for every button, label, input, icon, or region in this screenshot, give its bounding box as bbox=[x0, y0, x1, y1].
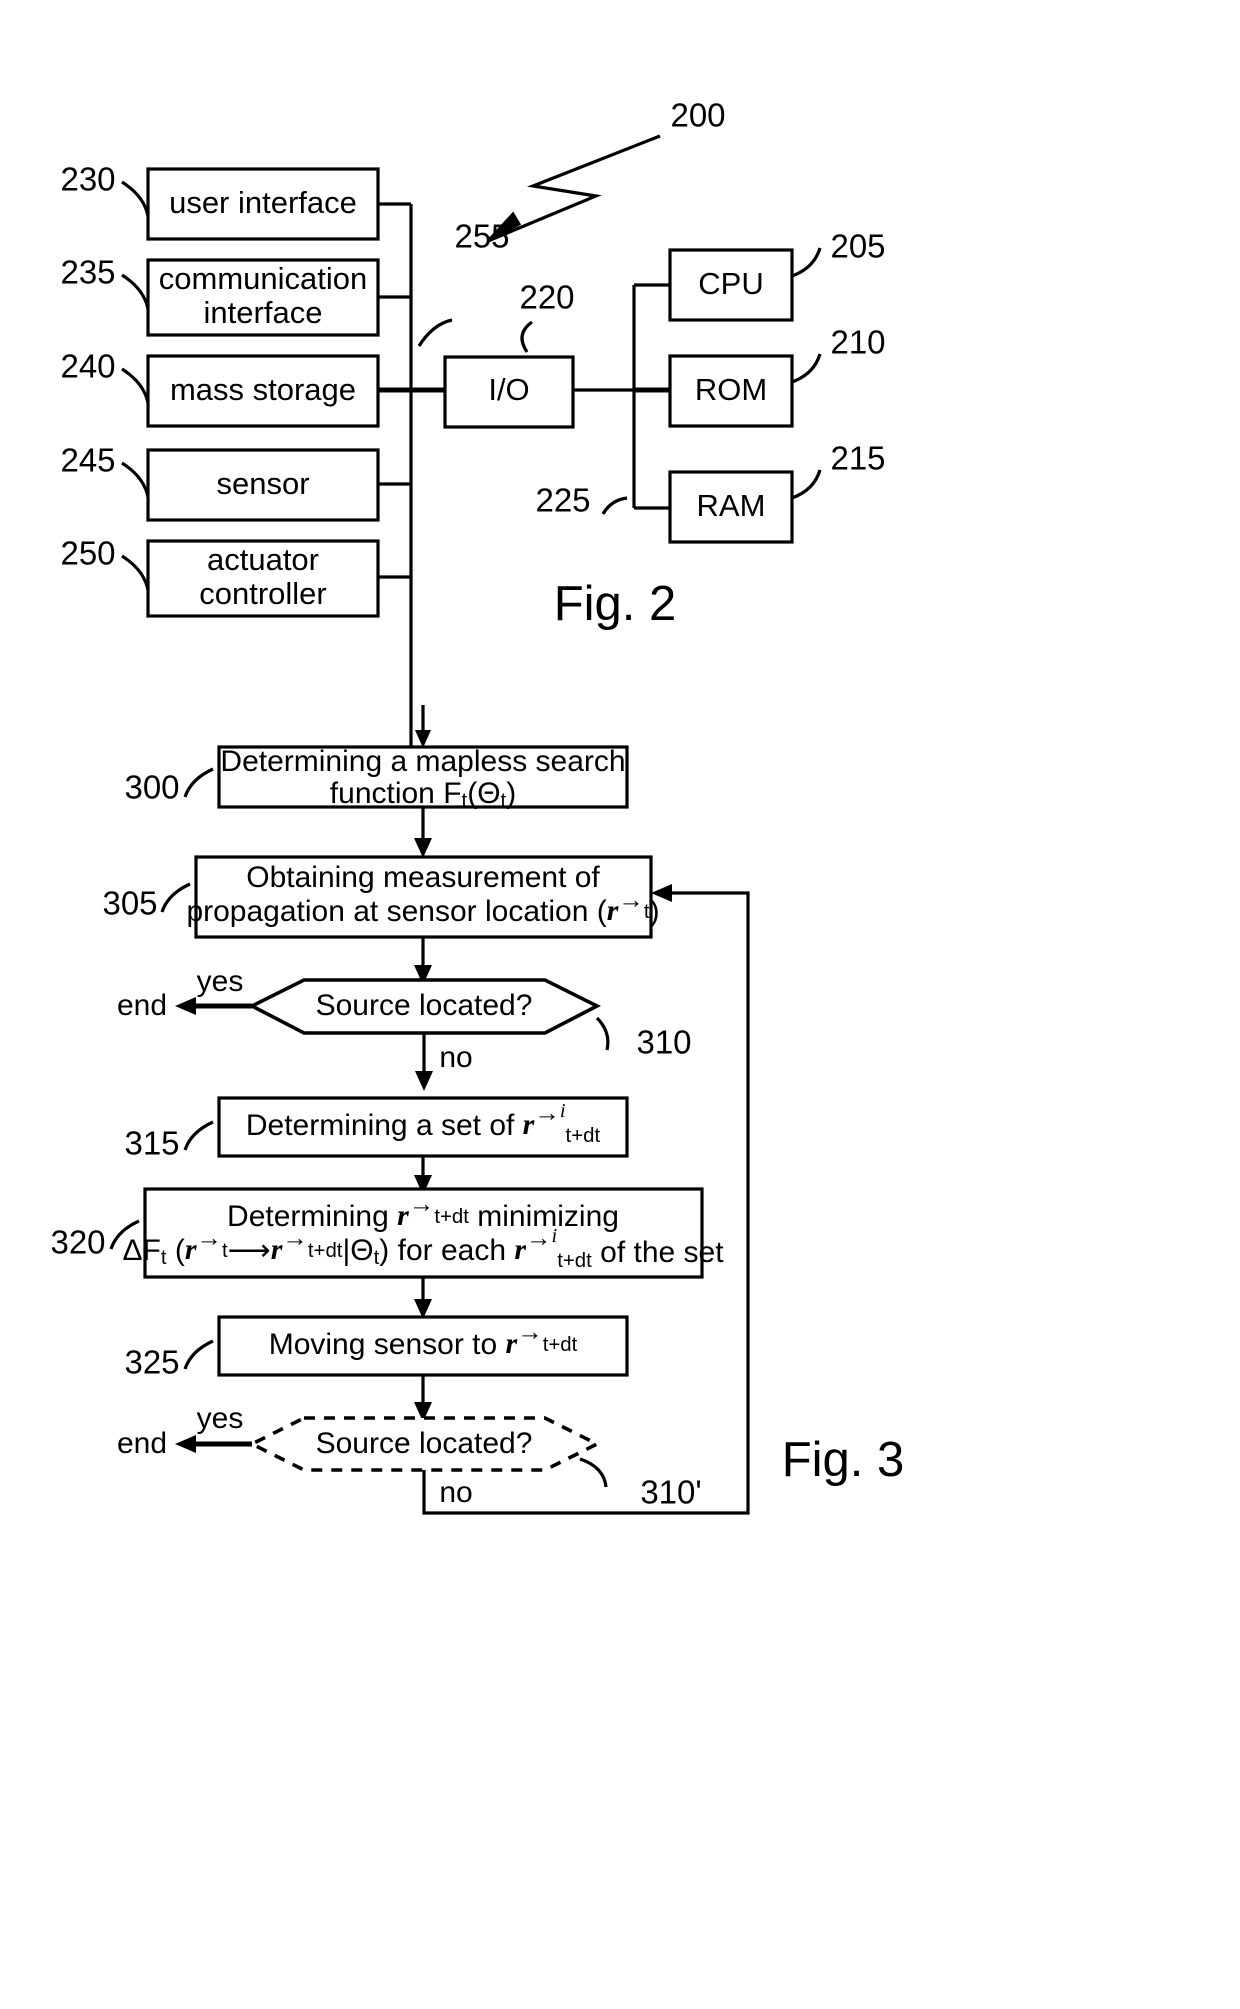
ref-255: 255 bbox=[454, 218, 509, 255]
block-label-sensor: sensor bbox=[216, 466, 309, 501]
ref-305: 305 bbox=[102, 885, 157, 922]
system-200-leader: 200 bbox=[486, 97, 726, 243]
ref-320: 320 bbox=[50, 1224, 105, 1261]
ref-225: 225 bbox=[535, 482, 590, 519]
no-label-310-prime: no bbox=[439, 1476, 472, 1509]
block-label-ram: RAM bbox=[697, 488, 766, 523]
ref-240: 240 bbox=[60, 348, 115, 385]
patent-figure-sheet: 200 255 user interface 230 communication… bbox=[0, 0, 1240, 2009]
leader-225 bbox=[601, 496, 628, 515]
figure-3: Determining a mapless search function Ft… bbox=[50, 705, 905, 1515]
block-sensor[interactable]: sensor bbox=[146, 448, 380, 522]
figure-3-caption: Fig. 3 bbox=[782, 1433, 905, 1487]
leader-300 bbox=[183, 767, 214, 798]
block-label-mass-storage: mass storage bbox=[170, 372, 356, 407]
ref-205: 205 bbox=[830, 228, 885, 265]
leader-220 bbox=[520, 320, 533, 353]
block-cpu[interactable]: CPU bbox=[668, 248, 794, 322]
decision-310-prime[interactable]: Source located? bbox=[247, 1416, 602, 1472]
leader-255 bbox=[417, 318, 453, 347]
vec-r-320b: r bbox=[185, 1233, 197, 1266]
ref-325: 325 bbox=[124, 1344, 179, 1381]
link-300-305-head bbox=[414, 838, 432, 858]
leader-230 bbox=[121, 180, 150, 217]
block-user-interface[interactable]: user interface bbox=[146, 167, 380, 241]
leader-315 bbox=[183, 1120, 214, 1151]
yes-label-310-prime: yes bbox=[197, 1402, 244, 1435]
decision-310-label: Source located? bbox=[316, 989, 533, 1022]
block-label-communication-line1: communication bbox=[159, 261, 367, 296]
block-communication-interface[interactable]: communication interface bbox=[146, 258, 380, 337]
leader-325 bbox=[183, 1339, 214, 1370]
ref-245: 245 bbox=[60, 442, 115, 479]
step-300-box[interactable]: Determining a mapless search function Ft… bbox=[217, 745, 629, 812]
ref-215: 215 bbox=[830, 440, 885, 477]
end-label-310: end bbox=[117, 989, 167, 1022]
no-arrow-310 bbox=[415, 1071, 433, 1091]
step-315-box[interactable]: Determining a set of r→it+dt bbox=[217, 1096, 629, 1158]
vec-r-320a: r bbox=[397, 1199, 409, 1232]
decision-310-prime-label: Source located? bbox=[316, 1427, 533, 1460]
block-io[interactable]: I/O bbox=[443, 355, 575, 429]
ref-235: 235 bbox=[60, 254, 115, 291]
block-label-user-interface: user interface bbox=[169, 185, 357, 220]
leader-205 bbox=[791, 247, 822, 278]
ref-230: 230 bbox=[60, 161, 115, 198]
vec-r: r bbox=[607, 894, 619, 927]
block-label-cpu: CPU bbox=[698, 266, 763, 301]
block-label-rom: ROM bbox=[695, 372, 767, 407]
block-label-actuator-line1: actuator bbox=[207, 542, 319, 577]
figures-canvas: 200 255 user interface 230 communication… bbox=[50, 97, 905, 1515]
end-label-310-prime: end bbox=[117, 1427, 167, 1460]
block-label-communication-line2: interface bbox=[204, 295, 323, 330]
leader-240 bbox=[121, 367, 150, 404]
leader-250 bbox=[121, 554, 150, 591]
decision-310[interactable]: Source located? bbox=[248, 978, 601, 1035]
leader-235 bbox=[121, 273, 150, 310]
block-rom[interactable]: ROM bbox=[668, 354, 794, 428]
vec-r-315: r bbox=[523, 1108, 535, 1141]
block-actuator-controller[interactable]: actuator controller bbox=[146, 539, 380, 618]
vec-r-320d: r bbox=[514, 1233, 526, 1266]
step-305-line1: Obtaining measurement of bbox=[246, 861, 600, 894]
vec-r-320c: r bbox=[271, 1233, 283, 1266]
block-mass-storage[interactable]: mass storage bbox=[146, 354, 380, 428]
ref-315: 315 bbox=[124, 1125, 179, 1162]
yes-arrow-310-prime bbox=[175, 1435, 196, 1453]
leader-310-prime bbox=[579, 1457, 608, 1488]
ref-310-prime: 310' bbox=[640, 1474, 701, 1511]
leader-310 bbox=[595, 1016, 610, 1051]
step-305-box[interactable]: Obtaining measurement of propagation at … bbox=[186, 855, 660, 939]
yes-label-310: yes bbox=[197, 965, 244, 998]
ref-210: 210 bbox=[830, 324, 885, 361]
figure-2-caption: Fig. 2 bbox=[554, 577, 677, 631]
block-label-actuator-line2: controller bbox=[199, 576, 327, 611]
step-320-box[interactable]: Determining r→t+dt minimizing ΔFt (r→t⟶r… bbox=[122, 1187, 724, 1279]
vec-r-325: r bbox=[506, 1327, 518, 1360]
ref-250: 250 bbox=[60, 535, 115, 572]
leader-245 bbox=[121, 461, 150, 498]
ref-300: 300 bbox=[124, 769, 179, 806]
ref-220: 220 bbox=[519, 279, 574, 316]
step-325-box[interactable]: Moving sensor to r→t+dt bbox=[217, 1315, 629, 1377]
yes-arrow-310 bbox=[175, 997, 196, 1015]
ref-310: 310 bbox=[636, 1024, 691, 1061]
figure-2: 200 255 user interface 230 communication… bbox=[60, 97, 886, 767]
block-ram[interactable]: RAM bbox=[668, 470, 794, 544]
step-300-line1: Determining a mapless search bbox=[220, 745, 625, 778]
block-label-io: I/O bbox=[488, 372, 529, 407]
no-label-310: no bbox=[439, 1041, 472, 1074]
leader-210 bbox=[791, 353, 822, 384]
ref-200: 200 bbox=[670, 97, 725, 134]
leader-215 bbox=[791, 469, 822, 500]
